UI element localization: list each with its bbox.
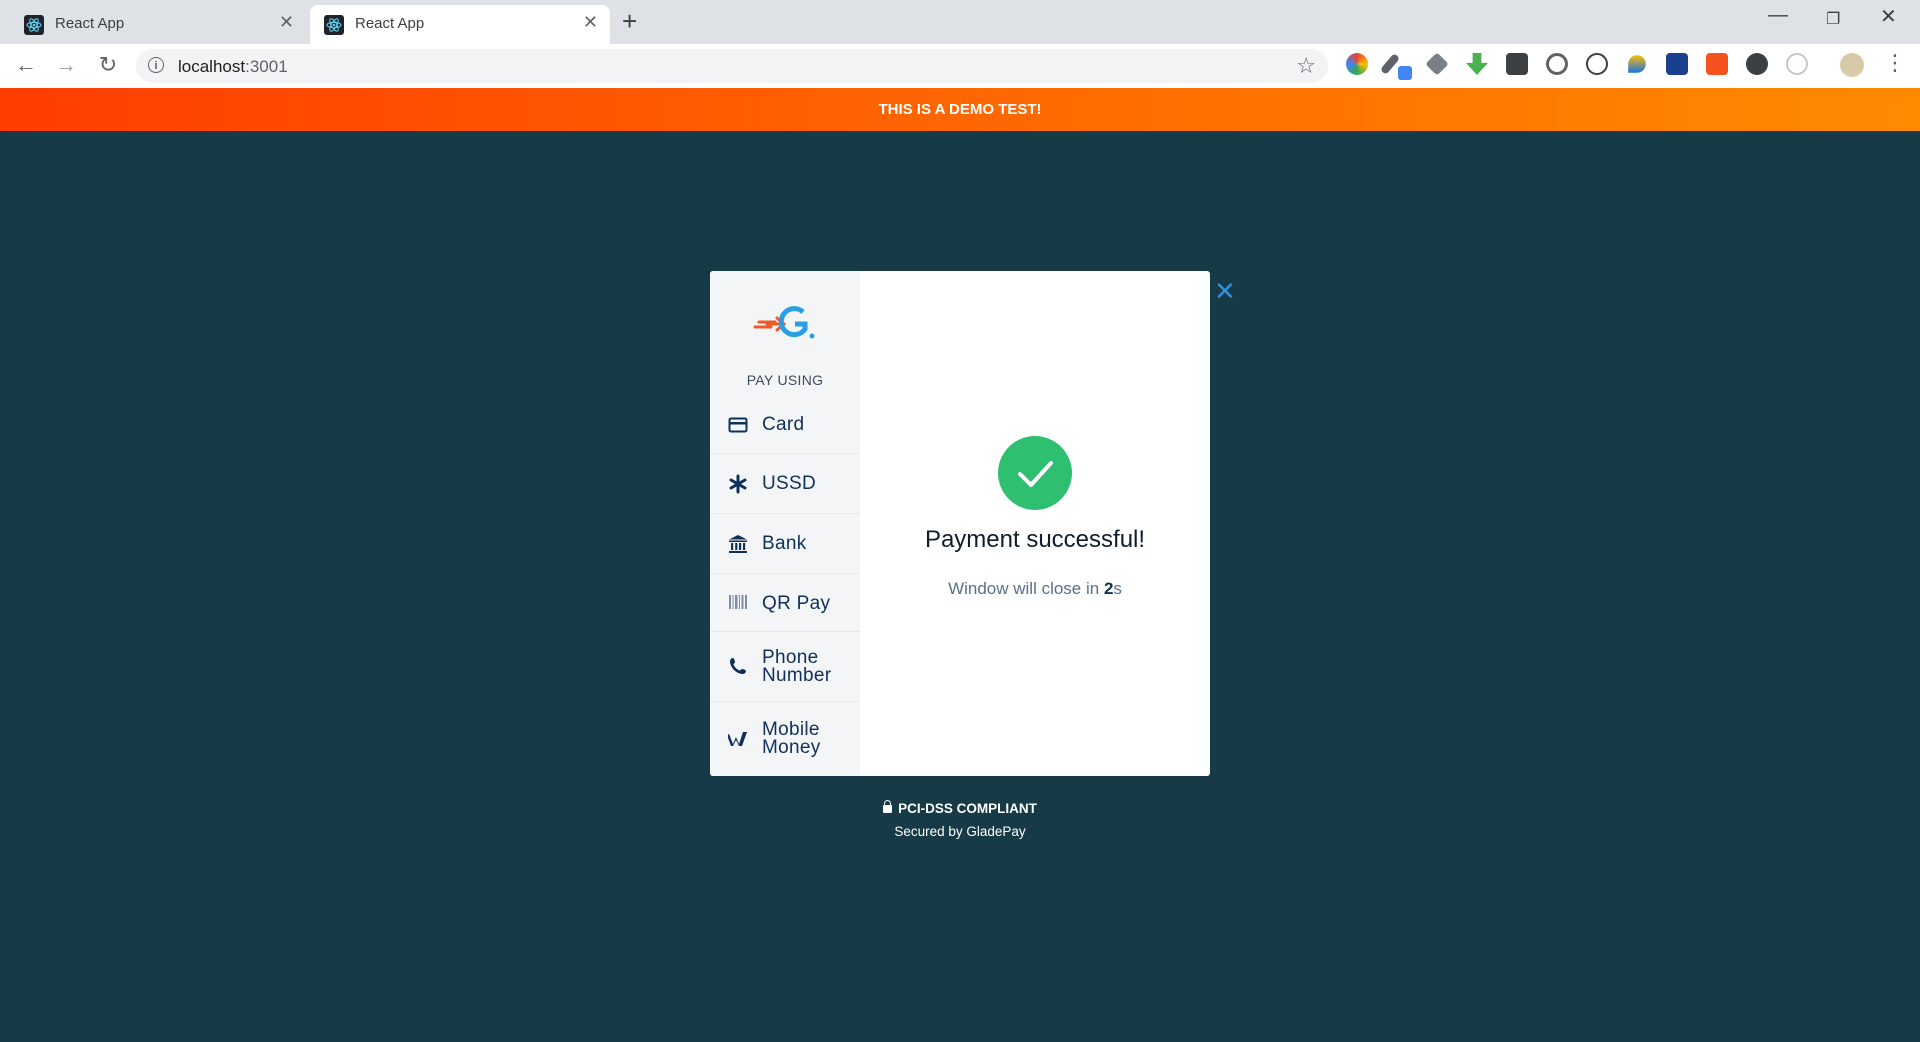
method-phone-number[interactable]: Phone Number bbox=[710, 632, 860, 702]
tab-title: React App bbox=[355, 15, 425, 32]
gladepay-logo-icon bbox=[753, 306, 815, 339]
countdown-unit: s bbox=[1113, 579, 1122, 598]
tab-close-icon[interactable]: ✕ bbox=[583, 12, 598, 33]
profile-avatar[interactable] bbox=[1840, 53, 1864, 77]
restore-icon[interactable]: ❐ bbox=[1826, 9, 1840, 29]
method-bank[interactable]: Bank bbox=[710, 514, 860, 574]
refresh-extension-icon[interactable] bbox=[1546, 53, 1568, 75]
bulb-extension-icon[interactable] bbox=[1506, 53, 1528, 75]
payment-modal: PAY USING Card USSD Bank QR Pay Phone Nu… bbox=[710, 271, 1210, 776]
qr-code-icon bbox=[729, 595, 747, 609]
browser-tab-2[interactable]: React App ✕ bbox=[310, 5, 610, 44]
color-picker-extension-icon[interactable] bbox=[1346, 53, 1368, 75]
success-check-icon bbox=[998, 436, 1072, 510]
browser-tab-1[interactable]: React App ✕ bbox=[10, 5, 306, 44]
browser-menu-icon[interactable]: ⋮ bbox=[1884, 50, 1906, 75]
method-label: Card bbox=[762, 414, 805, 435]
lock-icon bbox=[883, 800, 893, 813]
window-close-icon[interactable]: ✕ bbox=[1880, 4, 1897, 29]
bookmark-star-icon[interactable]: ☆ bbox=[1296, 53, 1316, 79]
site-info-icon[interactable]: i bbox=[148, 57, 164, 73]
method-label: Bank bbox=[762, 533, 807, 554]
code-extension-icon[interactable] bbox=[1586, 53, 1608, 75]
fire-extension-icon[interactable] bbox=[1628, 55, 1646, 73]
method-mobile-money[interactable]: Mobile Money bbox=[710, 702, 860, 776]
demo-banner: THIS IS A DEMO TEST! bbox=[0, 88, 1920, 131]
method-qr-pay[interactable]: QR Pay bbox=[710, 574, 860, 632]
method-label: Mobile Money bbox=[762, 720, 821, 758]
asterisk-icon bbox=[729, 474, 747, 494]
payment-status-panel: Payment successful! Window will close in… bbox=[860, 271, 1210, 776]
extension-badge-icon bbox=[1398, 66, 1412, 80]
forward-icon[interactable]: → bbox=[52, 52, 80, 78]
credit-card-icon bbox=[728, 417, 748, 433]
wallet-icon bbox=[728, 732, 747, 746]
secured-by-text: Secured by GladePay bbox=[894, 824, 1026, 839]
countdown-prefix: Window will close in bbox=[948, 579, 1104, 598]
pay-using-heading: PAY USING bbox=[746, 372, 824, 388]
method-label-line2: Money bbox=[762, 737, 821, 758]
reload-icon[interactable]: ↻ bbox=[94, 52, 122, 78]
countdown-seconds: 2 bbox=[1103, 579, 1114, 598]
bank-icon bbox=[729, 535, 747, 553]
pci-compliance-badge: PCI-DSS COMPLIANT bbox=[0, 800, 1920, 816]
method-label: USSD bbox=[762, 473, 816, 494]
new-extension-icon[interactable] bbox=[1666, 53, 1688, 75]
phone-icon bbox=[730, 658, 746, 674]
method-label: Phone Number bbox=[762, 648, 832, 686]
method-label-line2: Number bbox=[762, 665, 832, 686]
tab-close-icon[interactable]: ✕ bbox=[279, 12, 294, 33]
palette-extension-icon[interactable] bbox=[1746, 53, 1768, 75]
react-icon bbox=[324, 15, 344, 35]
timer-extension-icon[interactable] bbox=[1786, 53, 1808, 75]
address-url[interactable]: localhost:3001 bbox=[178, 57, 288, 77]
method-card[interactable]: Card bbox=[710, 395, 860, 454]
back-icon[interactable]: ← bbox=[12, 52, 40, 78]
browser-titlebar: React App ✕ React App ✕ + — ❐ ✕ bbox=[0, 0, 1920, 44]
pci-label: PCI-DSS COMPLIANT bbox=[898, 801, 1037, 816]
url-host: localhost bbox=[178, 57, 246, 76]
method-label: QR Pay bbox=[762, 593, 831, 614]
address-bar[interactable]: i localhost:3001 ☆ bbox=[136, 49, 1328, 83]
close-countdown-text: Window will close in 2s bbox=[860, 579, 1210, 599]
success-title: Payment successful! bbox=[924, 526, 1146, 553]
minimize-icon[interactable]: — bbox=[1768, 4, 1788, 27]
url-port: :3001 bbox=[245, 57, 288, 76]
translate-extension-icon[interactable] bbox=[1706, 53, 1728, 75]
react-icon bbox=[24, 15, 44, 35]
close-modal-icon[interactable]: ✕ bbox=[1214, 276, 1236, 307]
method-ussd[interactable]: USSD bbox=[710, 454, 860, 514]
payment-methods-sidebar: PAY USING Card USSD Bank QR Pay Phone Nu… bbox=[710, 271, 860, 776]
new-tab-icon[interactable]: + bbox=[622, 6, 637, 37]
tab-title: React App bbox=[55, 15, 125, 32]
